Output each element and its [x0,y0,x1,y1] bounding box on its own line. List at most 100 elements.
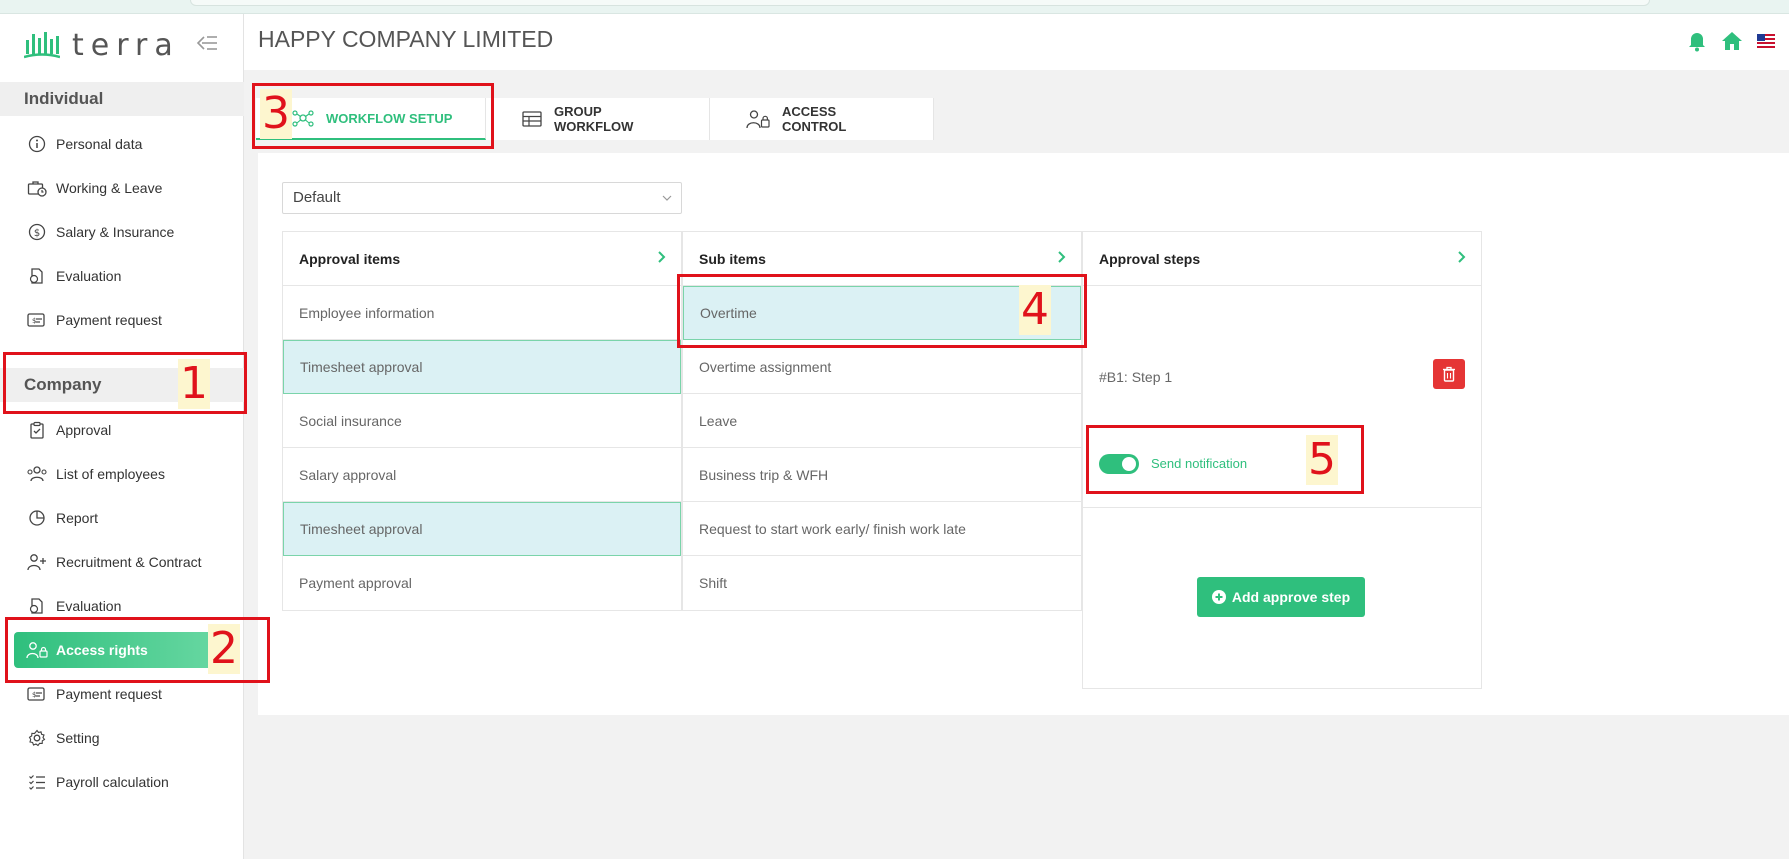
approval-item-row[interactable]: Timesheet approval [283,340,681,394]
checklist-icon [26,771,48,793]
sidebar-item-label: Salary & Insurance [56,224,175,240]
clipboard-check-icon [26,419,48,441]
collapse-sidebar-icon[interactable] [196,34,218,57]
sub-item-row[interactable]: Request to start work early/ finish work… [683,502,1081,556]
row-label: Business trip & WFH [699,466,829,483]
approval-item-row[interactable]: Social insurance [283,394,681,448]
sidebar-item-payroll-calculation[interactable]: Payroll calculation [14,764,230,800]
terra-logo-icon [24,32,60,59]
app-logo[interactable]: terra [24,27,180,63]
workflow-template-select[interactable]: Default [282,182,682,214]
svg-text:$: $ [32,691,36,699]
sidebar-item-access-rights[interactable]: Access rights [14,632,230,668]
browser-address-pill [190,0,1650,6]
send-notification-toggle[interactable] [1099,454,1139,474]
sidebar-item-label: Personal data [56,136,143,152]
sidebar-item-label: Payroll calculation [56,774,169,790]
svg-text:$: $ [32,317,36,325]
payment-card-icon: $ [26,309,48,331]
network-icon [292,109,314,127]
trash-icon [1443,366,1455,382]
user-lock-icon [746,109,770,129]
user-plus-icon [26,551,48,573]
approval-item-row[interactable]: Salary approval [283,448,681,502]
delete-step-button[interactable] [1433,359,1465,389]
row-label: Overtime assignment [699,358,832,375]
sidebar-item-label: Setting [56,730,100,746]
chevron-down-icon [661,183,673,224]
bell-icon[interactable] [1687,30,1707,57]
tab-label: GROUP WORKFLOW [554,104,634,134]
sub-item-row[interactable]: Business trip & WFH [683,448,1081,502]
sidebar-item-approval[interactable]: Approval [14,412,230,448]
sub-item-row[interactable]: Shift [683,556,1081,610]
sidebar-item-report[interactable]: Report [14,500,230,536]
tab-label: ACCESS CONTROL [782,104,847,134]
sidebar-item-label: List of employees [56,466,165,482]
column-title: Approval steps [1099,250,1201,267]
annotation-number-5: 5 [1306,434,1338,485]
row-label: Payment approval [299,575,412,591]
section-individual: Individual [0,82,244,116]
tab-access-control[interactable]: ACCESS CONTROL [710,98,934,140]
annotation-number-2: 2 [208,623,240,674]
annotation-number-3: 3 [260,88,292,139]
row-label: Request to start work early/ finish work… [699,520,966,537]
sub-item-row[interactable]: Overtime assignment [683,340,1081,394]
tab-label: WORKFLOW SETUP [326,110,453,126]
header-actions [1687,30,1775,57]
approval-item-row[interactable]: Employee information [283,286,681,340]
us-flag-icon[interactable] [1757,34,1775,53]
approval-item-row[interactable]: Payment approval [283,556,681,610]
sidebar-item-evaluation-individual[interactable]: Evaluation [14,258,230,294]
sidebar-item-label: Payment request [56,686,162,702]
sidebar-item-label: Payment request [56,312,162,328]
tab-group-workflow[interactable]: GROUP WORKFLOW [486,98,710,140]
row-label: Shift [699,575,728,591]
sidebar-item-payment-request-individual[interactable]: $ Payment request [14,302,230,338]
approval-steps-column: Approval steps #B1: Step 1 Send notifica… [1082,231,1482,689]
row-label: Social insurance [299,412,402,429]
sidebar-item-payment-request-company[interactable]: $ Payment request [14,676,230,712]
sidebar-item-working-leave[interactable]: Working & Leave [14,170,230,206]
user-lock-icon [26,639,48,661]
sub-item-row[interactable]: Leave [683,394,1081,448]
chevron-right-icon[interactable] [1057,250,1067,267]
select-value: Default [293,189,341,206]
sidebar: terra Individual Personal data Working &… [0,14,244,859]
briefcase-clock-icon [26,177,48,199]
sidebar-item-label: Working & Leave [56,180,163,196]
annotation-number-1: 1 [178,358,210,409]
sidebar-item-list-of-employees[interactable]: List of employees [14,456,230,492]
logo-text: terra [72,27,180,63]
approval-items-header: Approval items [283,232,681,286]
sidebar-item-personal-data[interactable]: Personal data [14,126,230,162]
sidebar-item-salary-insurance[interactable]: $ Salary & Insurance [14,214,230,250]
plus-circle-icon [1211,590,1226,604]
approval-steps-header: Approval steps [1083,232,1481,286]
gear-icon [26,727,48,749]
column-title: Sub items [699,250,766,267]
chevron-right-icon[interactable] [657,250,667,267]
divider [1083,507,1481,508]
document-refresh-icon [26,265,48,287]
button-label: Add approve step [1231,589,1351,605]
annotation-number-4: 4 [1019,284,1051,335]
approval-items-column: Approval items Employee information Time… [282,231,682,611]
sidebar-item-recruitment-contract[interactable]: Recruitment & Contract [14,544,230,580]
chevron-right-icon[interactable] [1457,250,1467,267]
payment-card-icon: $ [26,683,48,705]
add-approve-step-button[interactable]: Add approve step [1197,577,1365,617]
row-label: Salary approval [299,466,397,483]
sidebar-item-label: Report [56,510,99,526]
workflow-panel: Default Approval items Employee informat… [258,153,1789,715]
document-refresh-icon [26,595,48,617]
sidebar-item-setting[interactable]: Setting [14,720,230,756]
sidebar-item-evaluation-company[interactable]: Evaluation [14,588,230,624]
row-label: Leave [699,412,738,429]
home-icon[interactable] [1721,31,1743,56]
page-title: HAPPY COMPANY LIMITED [258,26,554,52]
sidebar-item-label: Recruitment & Contract [56,554,202,570]
approval-item-row[interactable]: Timesheet approval [283,502,681,556]
svg-text:$: $ [34,228,40,239]
